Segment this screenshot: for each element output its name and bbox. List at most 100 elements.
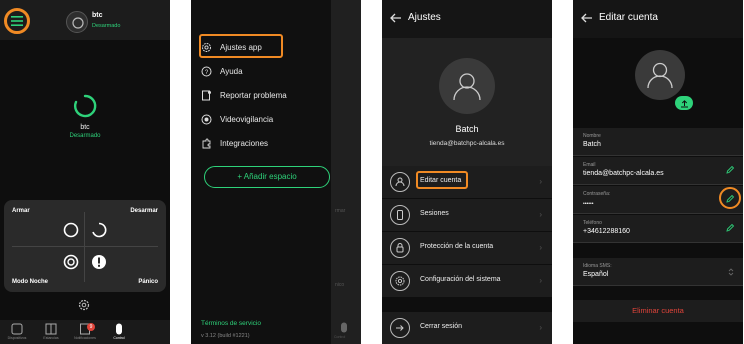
settings-header: Ajustes <box>382 0 552 38</box>
field-label: Teléfono <box>583 220 602 226</box>
settings-screen: Ajustes Batch tienda@batchpc-alcala.es E… <box>382 0 552 344</box>
chevron-right-icon: › <box>539 323 542 332</box>
user-icon <box>647 62 673 89</box>
avatar[interactable] <box>635 50 685 100</box>
edit-email-button[interactable] <box>725 165 735 175</box>
row-label: Cerrar sesión <box>420 323 463 330</box>
arm-button[interactable] <box>63 222 79 238</box>
back-arrow-icon <box>581 13 592 23</box>
highlight-marker <box>416 171 468 189</box>
upload-icon <box>680 99 688 107</box>
nav-control[interactable]: Control <box>102 323 136 344</box>
highlight-marker <box>199 34 283 58</box>
avatar <box>439 58 495 114</box>
gear-icon <box>390 271 410 291</box>
svg-text:?: ? <box>205 70 209 76</box>
field-value: tienda@batchpc-alcala.es <box>583 170 664 177</box>
chevron-updown-icon <box>728 268 734 276</box>
row-sessions[interactable]: Sesiones › <box>382 199 552 231</box>
highlight-marker <box>4 8 30 34</box>
lock-icon <box>390 238 410 258</box>
hub-name: btc <box>92 12 103 19</box>
field-label: Contraseña: <box>583 191 611 197</box>
menu-item-help[interactable]: ? Ayuda <box>201 62 243 80</box>
nav-devices[interactable]: Dispositivos <box>0 323 34 344</box>
panic-icon <box>92 255 106 269</box>
devices-icon <box>11 323 23 335</box>
chevron-right-icon: › <box>539 210 542 219</box>
row-label: Configuración del sistema <box>420 276 501 283</box>
status-state: Desarmado <box>69 133 101 139</box>
row-label: Protección de la cuenta <box>420 243 494 250</box>
delete-account-button[interactable]: Eliminar cuenta <box>573 300 743 322</box>
field-sms-language[interactable]: Idioma SMS: Español <box>573 258 743 286</box>
night-mode-icon <box>63 254 79 270</box>
menu-item-label: Ayuda <box>220 66 243 76</box>
menu-item-report-problem[interactable]: Reportar problema <box>201 86 287 104</box>
night-mode-button[interactable] <box>63 254 79 270</box>
nav-label: Control <box>113 336 125 340</box>
background-disarm-label: rmar <box>335 208 346 214</box>
highlight-marker <box>719 187 741 209</box>
menu-screen: Ajustes app ? Ayuda Reportar problema Vi… <box>191 0 361 344</box>
arm-label: Armar <box>12 208 30 214</box>
user-icon <box>453 73 481 101</box>
back-button[interactable] <box>581 13 593 23</box>
report-icon <box>202 90 211 100</box>
background-control-label: Control <box>334 335 346 339</box>
field-label: Email <box>583 162 596 168</box>
edit-account-screen: Editar cuenta Nombre Batch Email tienda@… <box>573 0 743 344</box>
menu-item-label: Videovigilancia <box>220 114 274 124</box>
panel-divider <box>12 246 158 247</box>
panel-divider <box>84 212 85 282</box>
menu-item-label: Integraciones <box>220 138 269 148</box>
menu-item-integrations[interactable]: Integraciones <box>201 134 268 152</box>
language-selector-button[interactable] <box>727 267 735 277</box>
back-button[interactable] <box>390 13 402 23</box>
field-phone[interactable]: Teléfono +34612288160 <box>573 215 743 243</box>
pencil-icon <box>726 223 735 232</box>
panic-button[interactable] <box>91 254 107 270</box>
field-name[interactable]: Nombre Batch <box>573 128 743 156</box>
nav-label: Dispositivos <box>7 336 27 340</box>
menu-item-label: Reportar problema <box>220 90 287 100</box>
hub-avatar[interactable] <box>66 11 88 33</box>
nav-rooms[interactable]: Estancias <box>34 323 68 344</box>
dimmed-background[interactable]: rmar nico Control <box>331 0 361 344</box>
rooms-icon <box>45 323 57 335</box>
avatar-section <box>573 38 743 122</box>
nav-label: Estancias <box>43 336 59 340</box>
disarm-button[interactable] <box>91 222 107 238</box>
row-logout[interactable]: Cerrar sesión › <box>382 312 552 344</box>
user-icon <box>390 172 410 192</box>
row-system-config[interactable]: Configuración del sistema › <box>382 265 552 297</box>
menu-item-video-surveillance[interactable]: Videovigilancia <box>201 110 273 128</box>
profile-card: Batch tienda@batchpc-alcala.es <box>382 38 552 166</box>
background-panic-label: nico <box>335 282 345 288</box>
row-account-protection[interactable]: Protección de la cuenta › <box>382 232 552 264</box>
chevron-right-icon: › <box>539 243 542 252</box>
control-icon <box>341 322 347 333</box>
field-value: Español <box>583 271 609 278</box>
add-space-button[interactable]: + Añadir espacio <box>204 166 330 188</box>
field-email[interactable]: Email tienda@batchpc-alcala.es <box>573 157 743 185</box>
settings-gear-button[interactable] <box>77 298 91 312</box>
disarm-icon <box>92 222 107 238</box>
upload-photo-button[interactable] <box>675 96 693 110</box>
edit-phone-button[interactable] <box>725 223 735 233</box>
bottom-nav: Dispositivos Estancias 9 Notificaciones … <box>0 320 170 344</box>
home-screen: btc Desarmado btc Desarmado Armar Desarm… <box>0 0 170 344</box>
pencil-icon <box>726 165 735 174</box>
field-password[interactable]: Contraseña: •••••• <box>573 186 743 214</box>
field-value: •••••• <box>583 201 594 207</box>
gear-icon <box>78 299 90 311</box>
hub-icon <box>72 17 84 29</box>
help-icon: ? <box>201 66 212 76</box>
user-email: tienda@batchpc-alcala.es <box>429 140 505 147</box>
user-name: Batch <box>455 124 479 134</box>
field-label: Idioma SMS: <box>583 263 612 269</box>
nav-notifications[interactable]: 9 Notificaciones <box>68 323 102 344</box>
terms-link[interactable]: Términos de servicio <box>201 320 261 327</box>
status-name: btc <box>80 124 90 131</box>
camera-icon <box>201 114 212 124</box>
